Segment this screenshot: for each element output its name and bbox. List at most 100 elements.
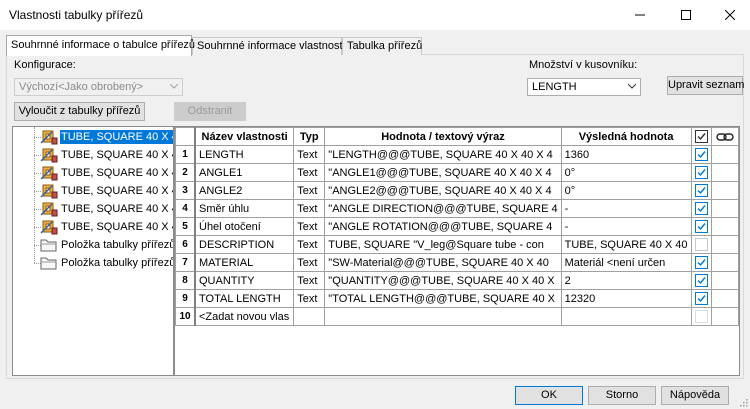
cell-include-checkbox[interactable] [690, 217, 712, 236]
cell-value-expression[interactable]: "QUANTITY@@@TUBE, SQUARE 40 X 40 X [324, 271, 562, 290]
checkbox-checked-icon [694, 184, 708, 197]
cell-include-checkbox[interactable] [690, 181, 712, 200]
cell-type[interactable]: Text [293, 289, 326, 308]
col-header-result[interactable]: Výsledná hodnota [560, 127, 692, 146]
weldment-icon [40, 220, 58, 235]
title-bar: Vlastnosti tabulky přířezů [0, 0, 750, 30]
cell-include-checkbox[interactable] [690, 253, 712, 272]
tree-item[interactable]: Položka tabulky přířezů9 [13, 237, 173, 253]
cell-link[interactable] [710, 289, 739, 308]
tree-item-label: TUBE, SQUARE 40 X 40 X [61, 203, 173, 215]
tree-item[interactable]: Položka tabulky přířezů1 [13, 255, 173, 271]
cell-type[interactable]: Text [293, 271, 326, 290]
cell-link[interactable] [710, 253, 739, 272]
config-label: Konfigurace: [14, 59, 76, 71]
cell-link[interactable] [710, 271, 739, 290]
cell-value-expression[interactable] [324, 307, 562, 326]
cell-property-name[interactable]: DESCRIPTION [194, 235, 295, 254]
maximize-button[interactable] [665, 0, 707, 30]
col-header-include[interactable] [690, 127, 712, 146]
cell-value-expression[interactable]: "LENGTH@@@TUBE, SQUARE 40 X 40 X 4 [324, 145, 562, 164]
cell-value-expression[interactable]: "ANGLE ROTATION@@@TUBE, SQUARE 4 [324, 217, 562, 236]
cutlist-tree[interactable]: TUBE, SQUARE 40 X 40 X TUBE, SQUARE 40 X … [12, 126, 174, 376]
row-number: 6 [175, 235, 196, 254]
edit-list-button[interactable]: Upravit seznam [667, 76, 744, 95]
tree-item-label: TUBE, SQUARE 40 X 40 X [61, 221, 173, 233]
col-header-name[interactable]: Název vlastnosti [194, 127, 295, 146]
cell-value-expression[interactable]: TUBE, SQUARE "V_leg@Square tube - con [324, 235, 562, 254]
checkbox-checked-icon [694, 202, 708, 215]
cell-value-expression[interactable]: "ANGLE2@@@TUBE, SQUARE 40 X 40 X 4 [324, 181, 562, 200]
help-button[interactable]: Nápověda [661, 386, 729, 405]
cell-value-expression[interactable]: "TOTAL LENGTH@@@TUBE, SQUARE 40 X [324, 289, 562, 308]
tab-cutlist-table[interactable]: Tabulka přířezů [342, 37, 422, 55]
cell-value-expression[interactable]: "ANGLE1@@@TUBE, SQUARE 40 X 40 X 4 [324, 163, 562, 182]
ok-button[interactable]: OK [515, 386, 583, 405]
cell-include-checkbox[interactable] [690, 145, 712, 164]
tree-item[interactable]: TUBE, SQUARE 40 X 40 X [13, 129, 173, 145]
cell-property-name[interactable]: QUANTITY [194, 271, 295, 290]
tab-properties-summary[interactable]: Souhrnné informace vlastností [192, 37, 346, 55]
cell-result-value: 1360 [560, 145, 692, 164]
remove-button[interactable]: Odstranit [174, 102, 246, 121]
checkbox-checked-icon [694, 166, 708, 179]
cell-type[interactable]: Text [293, 235, 326, 254]
exclude-button[interactable]: Vyloučit z tabulky přířezů [14, 102, 145, 121]
table-row: 10 <Zadat novou vlas [175, 307, 739, 326]
cell-property-name[interactable]: MATERIAL [194, 253, 295, 272]
cell-link[interactable] [710, 199, 739, 218]
properties-grid[interactable]: Název vlastnosti Typ Hodnota / textový v… [174, 126, 740, 376]
cell-type[interactable]: Text [293, 199, 326, 218]
tab-cutlist-summary[interactable]: Souhrnné informace o tabulce přířezů [6, 35, 195, 56]
cell-result-value: Materiál <není určen [560, 253, 692, 272]
checkbox-checked-icon [694, 256, 708, 269]
cell-type[interactable]: Text [293, 181, 326, 200]
table-row: 7 MATERIAL Text "SW-Material@@@TUBE, SQUARE… [175, 253, 739, 272]
config-select[interactable]: Výchozí<Jako obrobený> [14, 78, 183, 96]
cell-value-expression[interactable]: "ANGLE DIRECTION@@@TUBE, SQUARE 4 [324, 199, 562, 218]
cell-property-name[interactable]: Úhel otočení [194, 217, 295, 236]
cell-type[interactable]: Text [293, 217, 326, 236]
col-header-value[interactable]: Hodnota / textový výraz [324, 127, 562, 146]
cell-include-checkbox[interactable] [690, 271, 712, 290]
cell-type[interactable]: Text [293, 163, 326, 182]
table-row: 2 ANGLE1 Text "ANGLE1@@@TUBE, SQUARE 40 X 4… [175, 163, 739, 182]
cell-link[interactable] [710, 217, 739, 236]
cell-include-checkbox[interactable] [690, 289, 712, 308]
cell-value-expression[interactable]: "SW-Material@@@TUBE, SQUARE 40 X 40 [324, 253, 562, 272]
tree-item[interactable]: TUBE, SQUARE 40 X 40 X [13, 219, 173, 235]
cell-link[interactable] [710, 163, 739, 182]
cell-property-name[interactable]: ANGLE1 [194, 163, 295, 182]
cell-type[interactable] [293, 307, 326, 326]
cell-property-name[interactable]: LENGTH [194, 145, 295, 164]
tree-item[interactable]: TUBE, SQUARE 40 X 40 X [13, 183, 173, 199]
cell-include-checkbox[interactable] [690, 199, 712, 218]
resize-grip-icon[interactable] [738, 397, 748, 407]
cell-property-name[interactable]: ANGLE2 [194, 181, 295, 200]
cell-link[interactable] [710, 307, 739, 326]
col-header-type[interactable]: Typ [293, 127, 326, 146]
cell-link[interactable] [710, 181, 739, 200]
cell-type[interactable]: Text [293, 145, 326, 164]
cell-include-checkbox[interactable] [690, 163, 712, 182]
cell-type[interactable]: Text [293, 253, 326, 272]
minimize-button[interactable] [619, 0, 661, 30]
minimize-icon [635, 14, 645, 16]
cell-property-name[interactable]: TOTAL LENGTH [194, 289, 295, 308]
cell-link[interactable] [710, 235, 739, 254]
col-header-link[interactable] [710, 127, 739, 146]
close-button[interactable] [709, 0, 750, 30]
cell-include-checkbox[interactable] [690, 235, 712, 254]
cell-link[interactable] [710, 145, 739, 164]
bom-qty-select[interactable]: LENGTH [527, 78, 641, 96]
cell-include-checkbox[interactable] [690, 307, 712, 326]
cell-property-name[interactable]: Směr úhlu [194, 199, 295, 218]
cancel-button[interactable]: Storno [588, 386, 656, 405]
tree-item[interactable]: TUBE, SQUARE 40 X 40 X [13, 147, 173, 163]
tree-item[interactable]: TUBE, SQUARE 40 X 40 X [13, 165, 173, 181]
tree-item[interactable]: TUBE, SQUARE 40 X 40 X [13, 201, 173, 217]
cell-property-name[interactable]: <Zadat novou vlas [194, 307, 295, 326]
table-row: 4 Směr úhlu Text "ANGLE DIRECTION@@@TUBE, S… [175, 199, 739, 218]
row-number: 4 [175, 199, 196, 218]
table-row: 6 DESCRIPTION Text TUBE, SQUARE "V_leg@Squa… [175, 235, 739, 254]
